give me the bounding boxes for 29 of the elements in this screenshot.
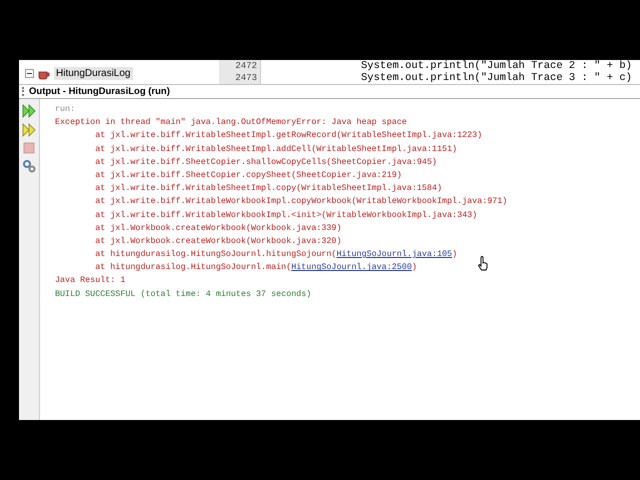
console-line: at jxl.write.biff.SheetCopier.copySheet(SheetCopier.java:219) xyxy=(94,168,402,182)
hand-cursor-icon xyxy=(477,256,489,271)
console-line: at jxl.write.biff.WritableSheetImpl.addCell(WritableSheetImpl.java:1151) xyxy=(94,142,458,156)
rerun-icon[interactable] xyxy=(22,123,36,137)
output-panel-title: Output - HitungDurasiLog (run) xyxy=(29,86,170,97)
console-line: Java Result: 1 xyxy=(55,274,126,288)
line-number: 2472 xyxy=(234,60,257,72)
console-line: at jxl.Workbook.createWorkbook(Workbook.java:320) xyxy=(94,234,342,248)
project-tree-item[interactable]: HitungDurasiLog xyxy=(54,67,132,80)
console-line: at jxl.write.biff.SheetCopier.shallowCopyCells(SheetCopier.java:945) xyxy=(94,156,437,169)
console-line: run: xyxy=(55,103,76,116)
console-line: at jxl.write.biff.WritableWorkbookImpl.copyWorkbook(WritableWorkbookImpl.java:971) xyxy=(94,195,508,208)
stop-icon[interactable] xyxy=(23,142,35,154)
stack-trace-line: at hitungdurasilog.HitungSoJournl.hitungSojourn(HitungSoJournl.java:105) xyxy=(94,248,458,262)
console-line: at jxl.write.biff.WritableSheetImpl.copy(WritableSheetImpl.java:1584) xyxy=(94,182,442,196)
console-line: BUILD SUCCESSFUL (total time: 4 minutes 37 seconds) xyxy=(55,288,312,301)
console-line: at jxl.Workbook.createWorkbook(Workbook.java:339) xyxy=(94,222,342,235)
source-link[interactable]: HitungSoJournl.java:2500 xyxy=(291,262,412,272)
console-line: at jxl.write.biff.WritableSheetImpl.getRowRecord(WritableSheetImpl.java:1223) xyxy=(94,129,482,142)
source-link[interactable]: HitungSoJournl.java:105 xyxy=(336,249,452,260)
console-line: Exception in thread "main" java.lang.OutOfMemoryError: Java heap space xyxy=(55,116,407,130)
collapse-toggle-icon[interactable] xyxy=(25,69,34,78)
console-line: at jxl.write.biff.WritableWorkbookImpl.<init>(WritableWorkbookImpl.java:343) xyxy=(94,208,478,222)
line-number: 2473 xyxy=(234,72,257,84)
rerun-icon[interactable] xyxy=(22,104,36,118)
code-line: System.out.println("Jumlah Trace 2 : " + b) xyxy=(361,60,633,72)
settings-icon[interactable] xyxy=(22,159,36,173)
stack-trace-line: at hitungdurasilog.HitungSoJournl.main(HitungSoJournl.java:2500) xyxy=(94,261,417,274)
code-line: System.out.println("Jumlah Trace 3 : " + c) xyxy=(361,72,633,84)
